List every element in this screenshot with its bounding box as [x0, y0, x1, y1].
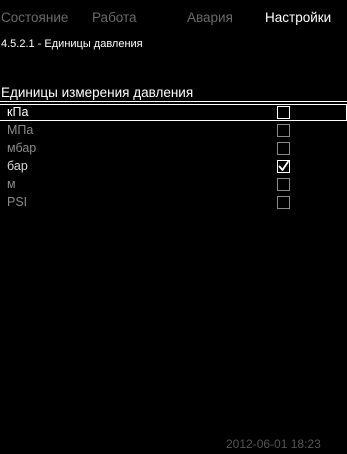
checkbox[interactable] — [277, 124, 290, 137]
option-label: м — [7, 177, 16, 191]
pressure-unit-list: кПа МПа мбар бар м PSI — [0, 104, 347, 212]
tab-status[interactable]: Состояние — [1, 10, 68, 26]
checkbox[interactable] — [277, 178, 290, 191]
section-divider — [0, 101, 347, 102]
screen: Состояние Работа Авария Настройки 4.5.2.… — [0, 0, 347, 454]
tab-settings[interactable]: Настройки — [265, 10, 331, 26]
option-label: мбар — [7, 141, 37, 155]
option-row-mbar[interactable]: мбар — [0, 140, 347, 157]
option-row-kpa[interactable]: кПа — [0, 104, 347, 121]
tab-operation[interactable]: Работа — [92, 10, 137, 26]
option-label: кПа — [7, 105, 29, 119]
check-mark-icon — [278, 161, 289, 171]
option-label: МПа — [7, 123, 34, 137]
tab-bar: Состояние Работа Авария Настройки — [0, 0, 347, 30]
checkbox-checked[interactable] — [277, 160, 290, 173]
breadcrumb: 4.5.2.1 - Единицы давления — [1, 38, 143, 50]
option-row-bar[interactable]: бар — [0, 158, 347, 175]
option-label: PSI — [7, 195, 28, 209]
checkbox[interactable] — [277, 196, 290, 209]
option-row-psi[interactable]: PSI — [0, 194, 347, 211]
timestamp: 2012-06-01 18:23 — [226, 437, 321, 451]
option-label: бар — [7, 159, 28, 173]
checkbox[interactable] — [277, 142, 290, 155]
option-row-mpa[interactable]: МПа — [0, 122, 347, 139]
tab-alarm[interactable]: Авария — [187, 10, 233, 26]
checkbox[interactable] — [277, 106, 290, 119]
option-row-m[interactable]: м — [0, 176, 347, 193]
section-title: Единицы измерения давления — [1, 85, 194, 100]
